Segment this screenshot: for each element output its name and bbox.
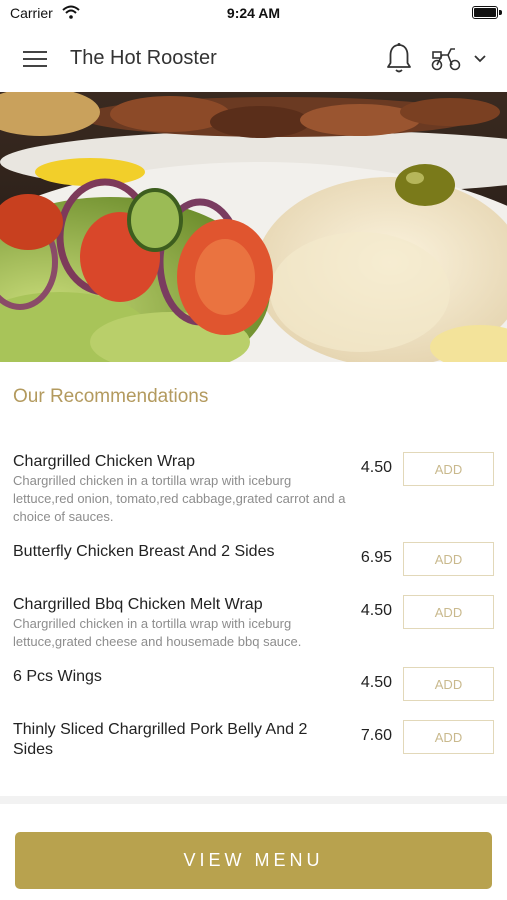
add-button[interactable]: ADD xyxy=(403,720,494,754)
item-price: 6.95 xyxy=(360,549,392,566)
item-description: Chargrilled chicken in a tortilla wrap w… xyxy=(13,473,346,524)
item-price: 4.50 xyxy=(360,459,392,476)
item-name: Chargrilled Bbq Chicken Melt Wrap xyxy=(13,596,263,613)
item-price: 4.50 xyxy=(360,602,392,619)
battery-tip xyxy=(499,10,502,15)
item-price: 4.50 xyxy=(360,674,392,691)
add-button[interactable]: ADD xyxy=(403,667,494,701)
app-title: The Hot Rooster xyxy=(70,47,217,69)
status-time: 9:24 AM xyxy=(226,5,281,21)
item-description: Chargrilled chicken in a tortilla wrap w… xyxy=(13,616,302,649)
item-name: Thinly Sliced Chargrilled Pork Belly And… xyxy=(13,721,308,758)
add-button[interactable]: ADD xyxy=(403,595,494,629)
add-button[interactable]: ADD xyxy=(403,452,494,486)
section-title-recommendations: Our Recommendations xyxy=(13,386,209,407)
battery-icon xyxy=(472,6,498,19)
item-name: Chargrilled Chicken Wrap xyxy=(13,453,195,470)
item-name: Butterfly Chicken Breast And 2 Sides xyxy=(13,543,275,560)
bell-icon[interactable] xyxy=(385,42,413,74)
chevron-down-icon[interactable] xyxy=(473,54,487,64)
hamburger-icon[interactable] xyxy=(23,48,47,68)
item-price: 7.60 xyxy=(360,727,392,744)
status-bar: Carrier 9:24 AM xyxy=(0,0,507,26)
scooter-icon[interactable] xyxy=(430,46,462,72)
item-name: 6 Pcs Wings xyxy=(13,668,102,685)
view-menu-button[interactable]: VIEW MENU xyxy=(15,832,492,889)
app-header: The Hot Rooster xyxy=(0,26,507,92)
add-button[interactable]: ADD xyxy=(403,542,494,576)
section-divider xyxy=(0,796,507,804)
hero-food-image xyxy=(0,92,507,362)
